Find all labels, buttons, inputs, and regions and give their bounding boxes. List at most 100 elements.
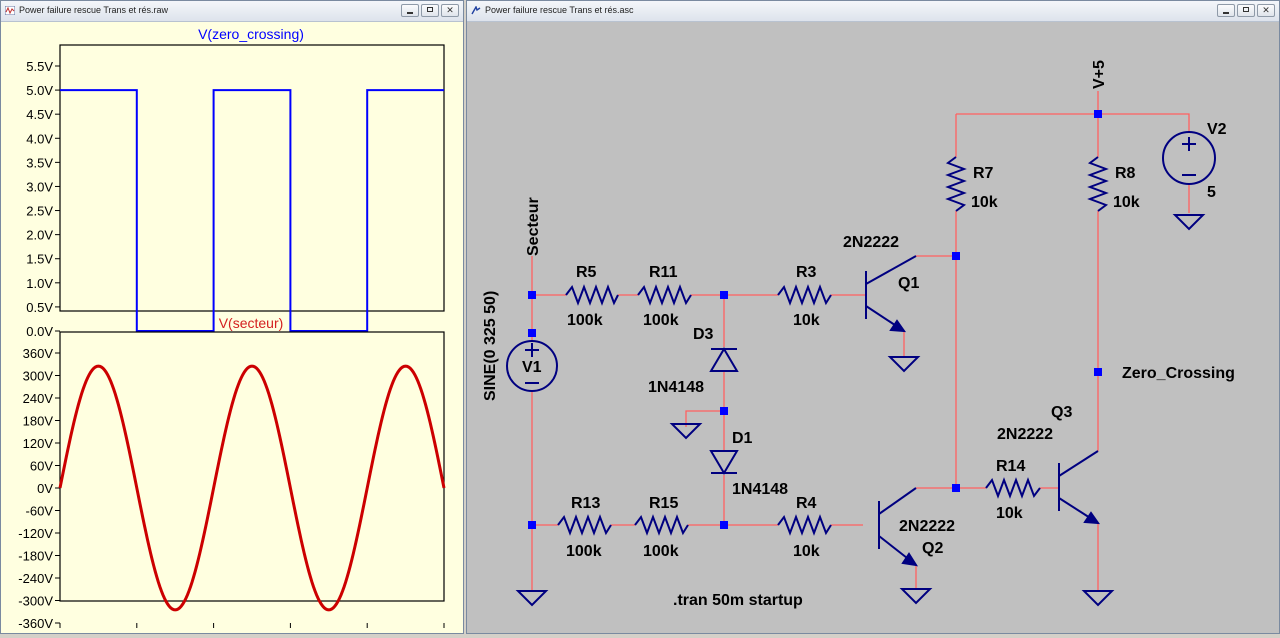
y-tick-label: -60V xyxy=(26,504,54,519)
close-button[interactable]: ✕ xyxy=(441,4,459,17)
zero-crossing-pane-frame xyxy=(59,44,445,312)
q1-model[interactable]: 2N2222 xyxy=(843,234,899,251)
waveform-window-title: Power failure rescue Trans et rés.raw xyxy=(19,5,169,15)
zero-crossing-trace xyxy=(60,89,444,332)
x-tick-label: 0ms xyxy=(48,631,73,633)
zero-crossing-title[interactable]: V(zero_crossing) xyxy=(198,26,304,42)
y-tick-label: 0V xyxy=(37,481,53,496)
y-tick-label: 300V xyxy=(23,369,54,384)
d3-name[interactable]: D3 xyxy=(693,326,714,343)
schematic-drawing[interactable]: V+5 Secteur SINE(0 325 50) V1 V2 5 Zero_… xyxy=(467,22,1279,633)
ground-icon xyxy=(1172,214,1206,231)
schematic-titlebar[interactable]: Power failure rescue Trans et rés.asc ✕ xyxy=(467,1,1279,22)
minimize-button[interactable] xyxy=(1217,4,1235,17)
y-tick-label: 1.5V xyxy=(26,252,53,267)
resistor-r3 xyxy=(777,284,832,306)
vplus-net-label[interactable]: V+5 xyxy=(1091,60,1108,89)
resistor-r15 xyxy=(634,514,689,536)
r7-name[interactable]: R7 xyxy=(973,165,994,182)
y-tick-label: 5.5V xyxy=(26,59,53,74)
resistor-r4 xyxy=(777,514,832,536)
y-tick-label: 0.5V xyxy=(26,300,53,315)
q3-name[interactable]: Q3 xyxy=(1051,404,1072,421)
transistor-q1 xyxy=(865,255,917,333)
x-tick-label: 30ms xyxy=(275,631,307,633)
minimize-button[interactable] xyxy=(401,4,419,17)
r8-name[interactable]: R8 xyxy=(1115,165,1136,182)
ground-icon xyxy=(1081,590,1115,607)
close-button[interactable]: ✕ xyxy=(1257,4,1275,17)
resistor-r13 xyxy=(557,514,612,536)
v1-label[interactable]: V1 xyxy=(522,359,542,376)
y-tick-label: -240V xyxy=(18,571,53,586)
v2-label[interactable]: V2 xyxy=(1207,121,1227,138)
r15-value[interactable]: 100k xyxy=(643,543,679,560)
secteur-trace xyxy=(58,364,446,612)
d1-name[interactable]: D1 xyxy=(732,430,753,447)
y-tick-label: 2.0V xyxy=(26,228,53,243)
y-tick-label: 360V xyxy=(23,346,54,361)
restore-button[interactable] xyxy=(421,4,439,17)
zero-crossing-net-label[interactable]: Zero_Crossing xyxy=(1122,365,1235,382)
r8-value[interactable]: 10k xyxy=(1113,194,1140,211)
r11-name[interactable]: R11 xyxy=(649,264,678,281)
r14-value[interactable]: 10k xyxy=(996,505,1023,522)
diode-d3 xyxy=(709,347,739,372)
x-tick-label: 10ms xyxy=(121,631,153,633)
r5-name[interactable]: R5 xyxy=(576,264,597,281)
schematic-canvas[interactable]: V+5 Secteur SINE(0 325 50) V1 V2 5 Zero_… xyxy=(467,22,1279,633)
y-tick-label: 1.0V xyxy=(26,276,53,291)
y-tick-label: 60V xyxy=(30,459,53,474)
waveform-app-icon xyxy=(5,6,15,15)
y-tick-label: 5.0V xyxy=(26,83,53,98)
q2-model[interactable]: 2N2222 xyxy=(899,518,955,535)
secteur-title[interactable]: V(secteur) xyxy=(219,315,284,331)
transistor-q3 xyxy=(1058,450,1101,525)
r15-name[interactable]: R15 xyxy=(649,495,678,512)
q1-name[interactable]: Q1 xyxy=(898,275,919,292)
q3-model[interactable]: 2N2222 xyxy=(997,426,1053,443)
d1-model[interactable]: 1N4148 xyxy=(732,481,788,498)
r13-name[interactable]: R13 xyxy=(571,495,600,512)
r14-name[interactable]: R14 xyxy=(996,458,1025,475)
waveform-titlebar[interactable]: Power failure rescue Trans et rés.raw ✕ xyxy=(1,1,463,22)
y-tick-label: 4.5V xyxy=(26,107,53,122)
waveform-plots[interactable]: 5.5V 5.0V 4.5V 4.0V 3.5V 3.0V 2.5V 2.0V 1.5V 1.0V… xyxy=(1,22,463,638)
r13-value[interactable]: 100k xyxy=(566,543,602,560)
plot-area[interactable]: 5.5V 5.0V 4.5V 4.0V 3.5V 3.0V 2.5V 2.0V 1.5V 1.0V… xyxy=(1,22,463,638)
resistor-r11 xyxy=(637,284,692,306)
r11-value[interactable]: 100k xyxy=(643,312,679,329)
secteur-pane-frame xyxy=(59,331,445,602)
ground-icon xyxy=(515,590,549,607)
d3-model[interactable]: 1N4148 xyxy=(648,379,704,396)
y-tick-label: -300V xyxy=(18,594,53,609)
restore-button[interactable] xyxy=(1237,4,1255,17)
v1-sine-value[interactable]: SINE(0 325 50) xyxy=(482,291,499,401)
y-tick-label: -360V xyxy=(18,616,53,631)
y-tick-label: 180V xyxy=(23,414,54,429)
v2-value[interactable]: 5 xyxy=(1207,184,1216,201)
r3-value[interactable]: 10k xyxy=(793,312,820,329)
q2-name[interactable]: Q2 xyxy=(922,540,943,557)
schematic-window-title: Power failure rescue Trans et rés.asc xyxy=(485,5,634,15)
resistor-r14 xyxy=(985,477,1041,499)
close-icon: ✕ xyxy=(1262,5,1270,15)
r3-name[interactable]: R3 xyxy=(796,264,817,281)
y-tick-label: 3.5V xyxy=(26,155,53,170)
r7-value[interactable]: 10k xyxy=(971,194,998,211)
secteur-net-label[interactable]: Secteur xyxy=(525,197,542,256)
r4-value[interactable]: 10k xyxy=(793,543,820,560)
y-tick-label: 4.0V xyxy=(26,131,53,146)
y-tick-label: 3.0V xyxy=(26,179,53,194)
waveform-window[interactable]: Power failure rescue Trans et rés.raw ✕ … xyxy=(0,0,464,638)
tran-directive[interactable]: .tran 50m startup xyxy=(673,592,803,609)
r5-value[interactable]: 100k xyxy=(567,312,603,329)
schematic-window[interactable]: Power failure rescue Trans et rés.asc ✕ xyxy=(466,0,1280,634)
y-tick-label: -180V xyxy=(18,549,53,564)
x-tick-label: 40ms xyxy=(351,631,383,633)
voltage-source-v2 xyxy=(1162,131,1216,185)
resistor-r5 xyxy=(565,284,619,306)
ground-icon xyxy=(887,356,921,373)
r4-name[interactable]: R4 xyxy=(796,495,817,512)
y-tick-label: 0.0V xyxy=(26,324,53,339)
